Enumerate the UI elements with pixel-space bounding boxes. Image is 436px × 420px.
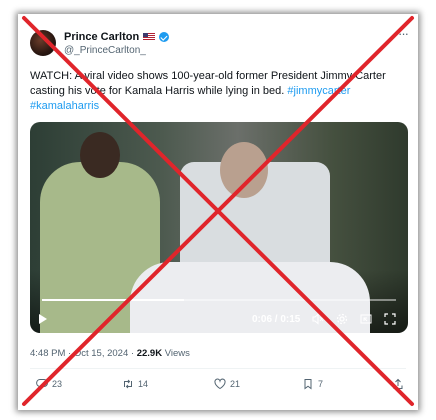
bookmark-icon bbox=[304, 379, 312, 390]
share-button[interactable] bbox=[392, 378, 404, 390]
play-icon[interactable] bbox=[39, 314, 47, 324]
video-progress-fill bbox=[42, 299, 184, 301]
views-label: Views bbox=[164, 348, 190, 359]
video-frame-patient bbox=[220, 142, 268, 198]
video-player[interactable]: 0:06 / 0:15 bbox=[30, 122, 408, 333]
handle[interactable]: @_PrinceCarlton_ bbox=[64, 45, 146, 56]
share-icon bbox=[393, 378, 403, 389]
reply-button[interactable]: 23 bbox=[36, 378, 62, 390]
hashtag-jimmycarter[interactable]: #jimmycarter bbox=[287, 85, 350, 97]
tweet-card: Prince Carlton @_PrinceCarlton_ ··· WATC… bbox=[18, 14, 418, 410]
retweet-icon bbox=[124, 379, 132, 389]
action-bar: 23 14 21 7 bbox=[30, 378, 406, 394]
author-row: Prince Carlton bbox=[64, 30, 170, 44]
verified-icon bbox=[159, 32, 170, 42]
video-controls: 0:06 / 0:15 bbox=[30, 310, 408, 330]
display-name[interactable]: Prince Carlton bbox=[64, 31, 139, 43]
video-time: 0:06 / 0:15 bbox=[252, 314, 301, 325]
tweet-date[interactable]: Oct 15, 2024 bbox=[74, 348, 128, 359]
divider bbox=[30, 368, 406, 369]
like-button[interactable]: 21 bbox=[214, 378, 240, 390]
views-count: 22.9K bbox=[136, 348, 163, 359]
pip-icon[interactable] bbox=[360, 313, 372, 328]
volume-icon[interactable] bbox=[312, 313, 324, 328]
more-icon[interactable]: ··· bbox=[398, 26, 409, 41]
retweet-count: 14 bbox=[138, 379, 149, 389]
reply-icon bbox=[36, 379, 48, 390]
fullscreen-icon[interactable] bbox=[384, 313, 396, 328]
bookmark-count: 7 bbox=[318, 379, 324, 389]
video-progress-bar[interactable] bbox=[42, 299, 396, 301]
reply-count: 23 bbox=[52, 379, 63, 389]
like-icon bbox=[214, 378, 226, 390]
video-frame-head bbox=[80, 132, 120, 178]
retweet-button[interactable]: 14 bbox=[122, 378, 148, 390]
like-count: 21 bbox=[230, 379, 241, 389]
bookmark-button[interactable]: 7 bbox=[302, 378, 323, 390]
hashtag-kamalaharris[interactable]: #kamalaharris bbox=[30, 100, 99, 112]
avatar[interactable] bbox=[30, 30, 56, 56]
settings-icon[interactable] bbox=[336, 313, 348, 328]
us-flag-icon bbox=[143, 33, 156, 41]
tweet-time[interactable]: 4:48 PM bbox=[30, 348, 65, 359]
tweet-meta: 4:48 PM · Oct 15, 2024 · 22.9K Views bbox=[30, 348, 190, 359]
tweet-text: WATCH: A viral video shows 100-year-old … bbox=[30, 69, 408, 114]
